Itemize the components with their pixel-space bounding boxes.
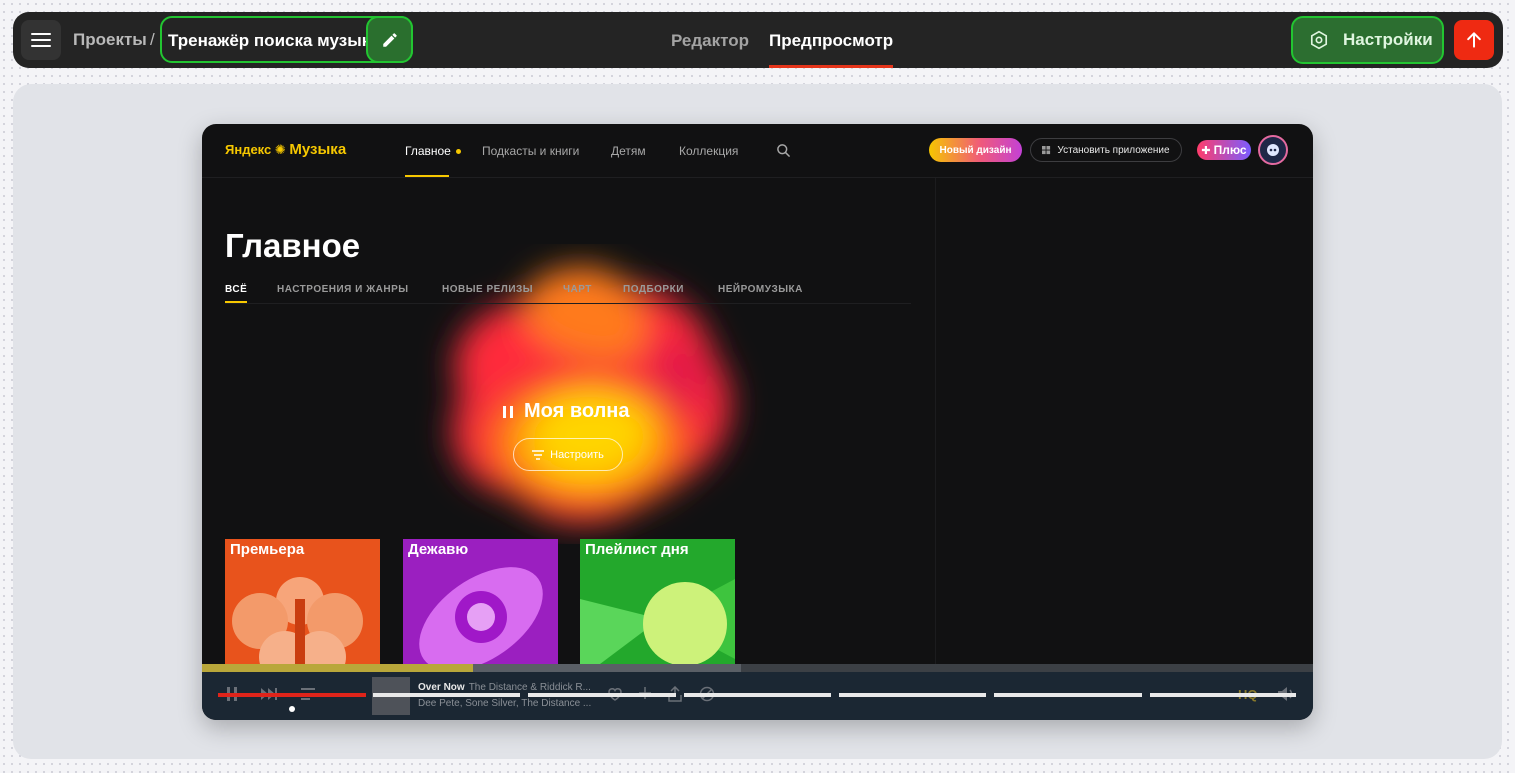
card-title: Дежавю (408, 541, 469, 558)
content-divider (935, 178, 936, 668)
top-bar: Проекты / Тренажёр поиска музыки Редакто… (13, 12, 1503, 68)
publish-button[interactable] (1454, 20, 1494, 60)
card-dejavu[interactable]: Дежавю (403, 539, 558, 679)
sun-icon: ✺ (274, 142, 286, 157)
filter-lines-icon (532, 449, 545, 460)
track-title[interactable]: Over Now The Distance & Riddick R... (418, 682, 591, 693)
player-progress-fill (202, 664, 473, 672)
nav-main[interactable]: Главное (405, 144, 461, 158)
settings-button[interactable]: Настройки (1291, 16, 1444, 64)
tab-preview[interactable]: Предпросмотр (769, 31, 894, 68)
preview-screen: Яндекс ✺ Музыка Главное Подкасты и книги… (202, 124, 1313, 720)
filter-all[interactable]: ВСЁ (225, 284, 247, 295)
story-progress-segment (994, 693, 1142, 697)
menu-button[interactable] (21, 20, 61, 60)
install-app-button[interactable]: Установить приложение (1030, 138, 1182, 162)
nav-active-underline (405, 175, 449, 177)
filter-new-releases[interactable]: НОВЫЕ РЕЛИЗЫ (442, 284, 533, 295)
project-title-field[interactable]: Тренажёр поиска музыки (160, 16, 413, 63)
breadcrumb-separator: / (150, 30, 155, 49)
card-title: Премьера (230, 541, 305, 558)
story-progress-active (218, 693, 366, 697)
playlist-cover-art (580, 579, 735, 679)
project-title: Тренажёр поиска музыки (168, 31, 381, 50)
story-progress-segment (839, 693, 986, 697)
premiere-cover-art (232, 577, 363, 679)
nav-kids[interactable]: Детям (611, 144, 646, 158)
filter-moods-genres[interactable]: НАСТРОЕНИЯ И ЖАНРЫ (277, 284, 409, 295)
filter-active-underline (225, 301, 247, 303)
plus-logo-icon: ✚ (1201, 144, 1211, 157)
music-logo[interactable]: Яндекс ✺ Музыка (225, 141, 346, 158)
story-progress-segment (684, 693, 831, 697)
pause-icon (503, 405, 513, 418)
my-wave-title: Моя волна (524, 400, 630, 422)
hexagon-gear-icon (1310, 30, 1328, 50)
settings-label: Настройки (1343, 30, 1433, 49)
track-artists[interactable]: Dee Pete, Sone Silver, The Distance ... (418, 698, 591, 709)
filter-chart[interactable]: ЧАРТ (563, 284, 592, 295)
breadcrumb-projects[interactable]: Проекты (73, 30, 147, 50)
windows-icon (1042, 145, 1051, 154)
page-title: Главное (225, 227, 361, 264)
filter-neuromusic[interactable]: НЕЙРОМУЗЫКА (718, 284, 803, 295)
tune-wave-button[interactable]: Настроить (513, 438, 623, 471)
arrow-up-icon (1467, 32, 1481, 48)
edit-title-button[interactable] (366, 16, 413, 63)
story-progress-segment (1150, 693, 1296, 697)
music-header: Яндекс ✺ Музыка Главное Подкасты и книги… (202, 124, 1313, 178)
new-dot-icon (455, 149, 461, 155)
new-design-button[interactable]: Новый дизайн (929, 138, 1022, 162)
robot-avatar-icon (1267, 144, 1279, 156)
plus-badge[interactable]: ✚ Плюс (1197, 140, 1251, 160)
hamburger-icon (31, 33, 51, 35)
my-wave-play[interactable]: Моя волна (502, 400, 630, 423)
story-progress-segment (373, 693, 520, 697)
dejavu-cover-art (419, 567, 543, 671)
card-title: Плейлист дня (585, 541, 689, 558)
pencil-icon (382, 32, 397, 47)
avatar[interactable] (1258, 135, 1288, 165)
nav-podcasts[interactable]: Подкасты и книги (482, 144, 579, 158)
filter-collections[interactable]: ПОДБОРКИ (623, 284, 684, 295)
search-icon[interactable] (776, 143, 791, 158)
card-premiere[interactable]: Премьера (225, 539, 380, 679)
story-progress-segment (528, 693, 676, 697)
filter-divider (225, 303, 911, 304)
tab-editor[interactable]: Редактор (671, 31, 749, 51)
cursor-dot (289, 706, 295, 712)
card-playlist-of-day[interactable]: Плейлист дня (580, 539, 735, 679)
nav-collection[interactable]: Коллекция (679, 144, 738, 158)
